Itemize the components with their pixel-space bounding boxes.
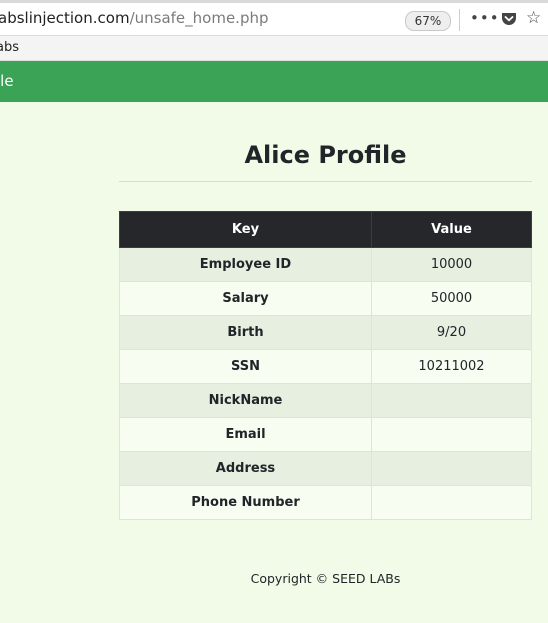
bookmark-item[interactable]: abs [0, 40, 19, 55]
column-header-value: Value [371, 211, 532, 248]
url-host: abslinjection.com [0, 9, 130, 27]
url-path: /unsafe_home.php [129, 9, 269, 27]
url-text[interactable]: abslinjection.com/unsafe_home.php [0, 9, 269, 27]
column-header-key: Key [119, 211, 372, 248]
table-row: NickName [119, 383, 532, 418]
row-key: Email [119, 417, 372, 452]
row-key: SSN [119, 349, 372, 384]
row-value [371, 451, 532, 486]
row-key: Salary [119, 281, 372, 316]
table-row: Employee ID 10000 [119, 247, 532, 282]
row-value: 50000 [371, 281, 532, 316]
row-value: 10211002 [371, 349, 532, 384]
navbar-link[interactable]: ile [0, 72, 14, 90]
footer-copyright: Copyright © SEED LABs [250, 571, 401, 586]
row-value [371, 417, 532, 452]
profile-table: Key Value Employee ID 10000 Salary 50000… [119, 211, 532, 520]
table-row: SSN 10211002 [119, 349, 532, 384]
row-value: 9/20 [371, 315, 532, 350]
row-value [371, 383, 532, 418]
table-row: Address [119, 451, 532, 486]
zoom-level-button[interactable]: 67% [405, 11, 451, 31]
site-navbar: ile [0, 61, 548, 102]
row-value [371, 485, 532, 520]
table-header-row: Key Value [119, 211, 532, 248]
bookmark-star-icon[interactable]: ☆ [526, 8, 541, 28]
row-key: NickName [119, 383, 372, 418]
row-key: Phone Number [119, 485, 372, 520]
row-key: Employee ID [119, 247, 372, 282]
more-actions-icon[interactable]: ••• [470, 9, 500, 27]
row-value: 10000 [371, 247, 532, 282]
row-key: Address [119, 451, 372, 486]
page-title: Alice Profile [244, 141, 407, 169]
address-bar[interactable]: abslinjection.com/unsafe_home.php 67% ••… [0, 0, 548, 36]
table-row: Birth 9/20 [119, 315, 532, 350]
table-row: Phone Number [119, 485, 532, 520]
table-row: Salary 50000 [119, 281, 532, 316]
title-divider [119, 181, 532, 182]
pocket-icon[interactable] [501, 12, 517, 31]
bookmarks-toolbar: abs [0, 36, 548, 61]
row-key: Birth [119, 315, 372, 350]
toolbar-separator [459, 9, 460, 31]
table-row: Email [119, 417, 532, 452]
